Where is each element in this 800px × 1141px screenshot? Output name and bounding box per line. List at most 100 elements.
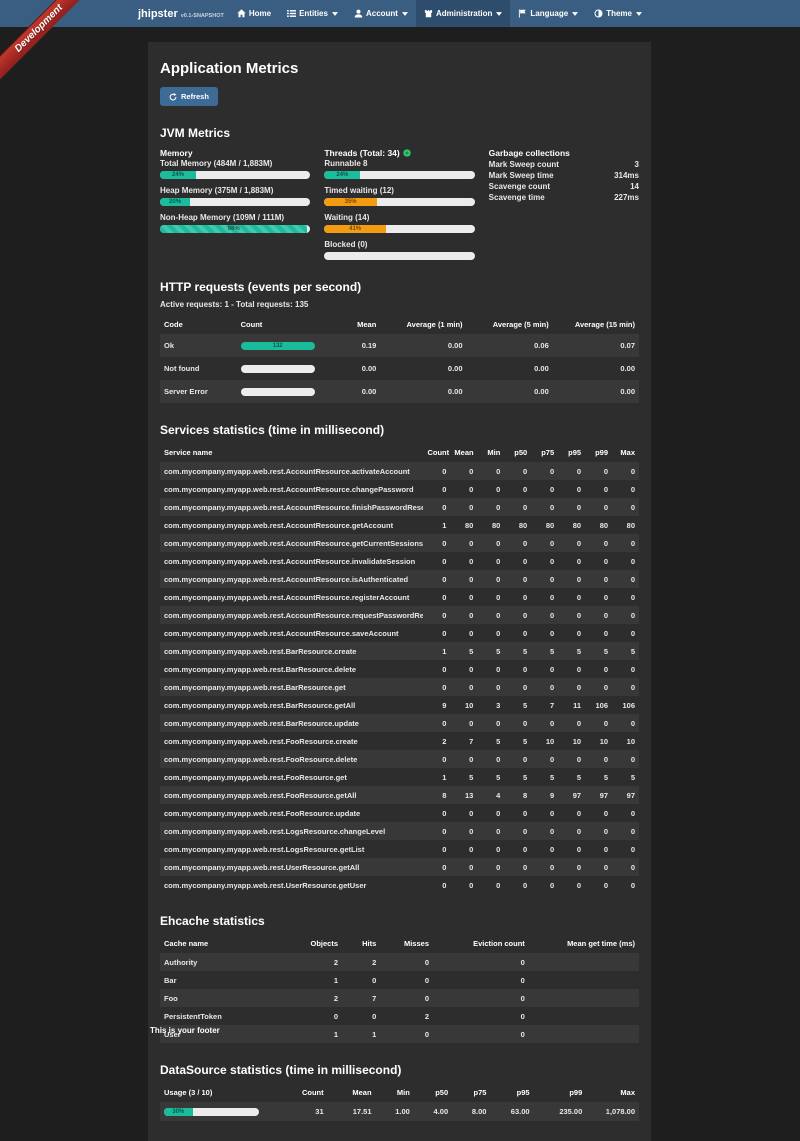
cache-value-cell: [529, 1025, 639, 1043]
service-value-cell: 0: [423, 480, 450, 498]
progress-label: 24%: [336, 172, 348, 178]
nav-item-account[interactable]: Account: [346, 0, 416, 27]
service-value-cell: 5: [558, 642, 585, 660]
threads-heading: Threads (Total: 34): [324, 148, 474, 158]
service-value-cell: 0: [558, 678, 585, 696]
service-value-cell: 0: [585, 570, 612, 588]
service-value-cell: 0: [531, 714, 558, 732]
navbar-menu: HomeEntitiesAccountAdministrationLanguag…: [229, 0, 650, 27]
progress-bar: [241, 365, 315, 373]
service-value-cell: 0: [423, 804, 450, 822]
cache-name-cell: Authority: [160, 953, 294, 971]
column-header: Max: [612, 443, 639, 462]
service-value-cell: 0: [558, 840, 585, 858]
service-row: com.mycompany.myapp.web.rest.FooResource…: [160, 768, 639, 786]
progress-label: 132: [273, 343, 283, 349]
service-row: com.mycompany.myapp.web.rest.BarResource…: [160, 714, 639, 732]
table-body: 30%3117.511.004.008.0063.00235.001,078.0…: [160, 1102, 639, 1121]
service-value-cell: 0: [504, 840, 531, 858]
service-value-cell: 0: [477, 750, 504, 768]
service-value-cell: 0: [423, 840, 450, 858]
navbar-brand[interactable]: jhipster v0.1-SNAPSHOT: [138, 8, 224, 20]
progress-bar: 35%: [324, 198, 474, 206]
service-value-cell: 106: [612, 696, 639, 714]
service-value-cell: 10: [531, 732, 558, 750]
progress-label: 35%: [345, 199, 357, 205]
cache-value-cell: 7: [342, 989, 380, 1007]
service-value-cell: 0: [477, 570, 504, 588]
service-value-cell: 3: [477, 696, 504, 714]
datasource-value-cell: 1,078.00: [586, 1102, 639, 1121]
thread-dump-icon[interactable]: [403, 149, 411, 157]
service-value-cell: 0: [450, 534, 477, 552]
datasource-statistics-table: Usage (3 / 10)CountMeanMinp50p75p95p99Ma…: [160, 1083, 639, 1121]
service-row: com.mycompany.myapp.web.rest.LogsResourc…: [160, 822, 639, 840]
service-value-cell: 0: [585, 822, 612, 840]
http-row: Not found0.000.000.000.00: [160, 357, 639, 380]
service-value-cell: 0: [504, 876, 531, 894]
gc-row: Scavenge time227ms: [489, 192, 639, 203]
table-body: Authority2200Bar1000Foo2700PersistentTok…: [160, 953, 639, 1043]
service-name-cell: com.mycompany.myapp.web.rest.AccountReso…: [160, 516, 423, 534]
cache-name-cell: Foo: [160, 989, 294, 1007]
gc-row: Scavenge count14: [489, 181, 639, 192]
service-value-cell: 0: [423, 534, 450, 552]
table-header: Usage (3 / 10)CountMeanMinp50p75p95p99Ma…: [160, 1083, 639, 1102]
main-container: Application Metrics Refresh JVM Metrics …: [148, 42, 651, 1141]
service-name-cell: com.mycompany.myapp.web.rest.AccountReso…: [160, 624, 423, 642]
service-value-cell: 0: [585, 660, 612, 678]
service-value-cell: 0: [423, 606, 450, 624]
service-value-cell: 0: [531, 588, 558, 606]
service-value-cell: 0: [585, 588, 612, 606]
service-row: com.mycompany.myapp.web.rest.AccountReso…: [160, 516, 639, 534]
memory-metric-label: Non-Heap Memory (109M / 111M): [160, 213, 310, 222]
service-value-cell: 0: [504, 804, 531, 822]
theme-icon: [594, 9, 603, 18]
cache-row: PersistentToken0020: [160, 1007, 639, 1025]
column-header: Usage (3 / 10): [160, 1083, 289, 1102]
column-header: Objects: [294, 934, 342, 953]
service-value-cell: 0: [450, 462, 477, 480]
refresh-icon: [169, 93, 177, 101]
cache-value-cell: [529, 1007, 639, 1025]
service-value-cell: 0: [477, 480, 504, 498]
column-header: Service name: [160, 443, 423, 462]
column-header: p99: [585, 443, 612, 462]
service-value-cell: 0: [450, 552, 477, 570]
service-value-cell: 0: [612, 858, 639, 876]
service-row: com.mycompany.myapp.web.rest.BarResource…: [160, 642, 639, 660]
service-value-cell: 0: [558, 480, 585, 498]
service-name-cell: com.mycompany.myapp.web.rest.BarResource…: [160, 678, 423, 696]
cache-value-cell: 0: [380, 989, 433, 1007]
account-icon: [354, 9, 363, 18]
home-icon: [237, 9, 246, 18]
cache-value-cell: 0: [433, 1025, 529, 1043]
service-value-cell: 5: [504, 696, 531, 714]
service-value-cell: 0: [423, 858, 450, 876]
nav-item-administration[interactable]: Administration: [416, 0, 510, 27]
nav-item-theme[interactable]: Theme: [586, 0, 650, 27]
service-value-cell: 0: [612, 552, 639, 570]
service-value-cell: 0: [450, 822, 477, 840]
http-value-cell: 0.00: [380, 357, 466, 380]
column-header: p50: [414, 1083, 452, 1102]
service-value-cell: 7: [531, 696, 558, 714]
service-value-cell: 7: [450, 732, 477, 750]
cache-value-cell: 0: [380, 1025, 433, 1043]
service-value-cell: 0: [585, 552, 612, 570]
nav-item-language[interactable]: Language: [510, 0, 586, 27]
service-value-cell: 0: [585, 804, 612, 822]
service-value-cell: 0: [531, 678, 558, 696]
service-value-cell: 0: [450, 876, 477, 894]
table-header-row: Service nameCountMeanMinp50p75p95p99Max: [160, 443, 639, 462]
service-row: com.mycompany.myapp.web.rest.BarResource…: [160, 660, 639, 678]
service-value-cell: 0: [558, 498, 585, 516]
cache-value-cell: 2: [294, 953, 342, 971]
service-value-cell: 10: [558, 732, 585, 750]
nav-item-entities[interactable]: Entities: [279, 0, 346, 27]
refresh-button[interactable]: Refresh: [160, 87, 218, 106]
progress-fill: 24%: [324, 171, 360, 179]
nav-item-home[interactable]: Home: [229, 0, 279, 27]
http-value-cell: 0.00: [318, 357, 380, 380]
gc-rows: Mark Sweep count3Mark Sweep time314msSca…: [489, 159, 639, 203]
